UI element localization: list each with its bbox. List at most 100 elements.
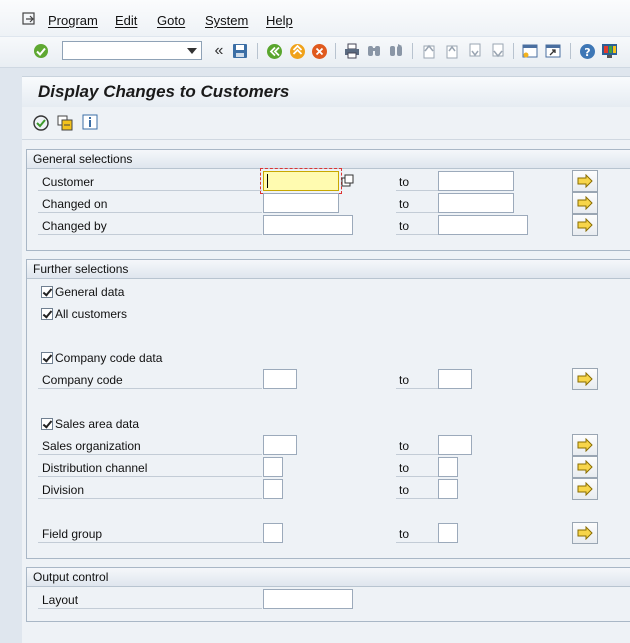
- multiple-values-icon[interactable]: [341, 174, 355, 188]
- print-icon[interactable]: [343, 42, 361, 60]
- back-double-chevron-icon[interactable]: «: [210, 42, 228, 60]
- command-field[interactable]: [62, 41, 202, 60]
- menu-edit[interactable]: Edit: [115, 13, 137, 28]
- group-header: General selections: [27, 150, 630, 169]
- chevron-down-icon[interactable]: [187, 48, 197, 54]
- group-title: Output control: [33, 570, 109, 584]
- changed-by-from-field[interactable]: [263, 215, 353, 235]
- layout-field[interactable]: [263, 589, 353, 609]
- division-from-field[interactable]: [263, 479, 283, 499]
- previous-page-icon[interactable]: [443, 42, 461, 60]
- company-code-data-checkbox[interactable]: [41, 352, 53, 364]
- changed-on-label: Changed on: [42, 197, 108, 211]
- distribution-channel-label: Distribution channel: [42, 461, 148, 475]
- group-header: Output control: [27, 568, 630, 587]
- group-title: General selections: [33, 152, 133, 166]
- changed-on-multiple-selection-button[interactable]: [572, 192, 598, 214]
- multiple-selection-arrow-icon: [577, 438, 593, 452]
- customer-to-field[interactable]: [438, 171, 514, 191]
- menu-goto[interactable]: Goto: [157, 13, 185, 28]
- multiple-selection-arrow-icon: [577, 174, 593, 188]
- multiple-selection-arrow-icon: [577, 196, 593, 210]
- company-code-multiple-selection-button[interactable]: [572, 368, 598, 390]
- company-code-label: Company code: [42, 373, 123, 387]
- distribution-channel-from-field[interactable]: [263, 457, 283, 477]
- save-icon[interactable]: [231, 42, 249, 60]
- layout-label: Layout: [42, 593, 79, 607]
- changed-on-to-label: to: [399, 197, 410, 211]
- enter-icon[interactable]: [32, 42, 50, 60]
- all-customers-checkbox[interactable]: [41, 308, 53, 320]
- multiple-selection-arrow-icon: [577, 526, 593, 540]
- multiple-selection-arrow-icon: [577, 218, 593, 232]
- group-header: Further selections: [27, 260, 630, 279]
- title-bar: Display Changes to Customers: [22, 76, 630, 108]
- changed-by-to-label: to: [399, 219, 410, 233]
- layout-menu-icon[interactable]: [600, 42, 618, 60]
- sales-organization-from-field[interactable]: [263, 435, 297, 455]
- division-to-field[interactable]: [438, 479, 458, 499]
- field-group-to-field[interactable]: [438, 523, 458, 543]
- help-icon[interactable]: ?: [578, 42, 596, 60]
- get-variant-icon[interactable]: [56, 114, 74, 135]
- application-toolbar: [22, 107, 630, 140]
- exit-icon[interactable]: [288, 42, 306, 60]
- sales-organization-to-label: to: [399, 439, 410, 453]
- sales-organization-to-field[interactable]: [438, 435, 472, 455]
- company-code-to-label: to: [399, 373, 410, 387]
- changed-on-to-field[interactable]: [438, 193, 514, 213]
- shortcut-icon[interactable]: [544, 42, 562, 60]
- sales-organization-multiple-selection-button[interactable]: [572, 434, 598, 456]
- left-margin: [0, 68, 22, 643]
- changed-by-to-field[interactable]: [438, 215, 528, 235]
- menu-program[interactable]: Program: [48, 13, 98, 28]
- sales-area-data-label: Sales area data: [55, 417, 140, 431]
- page-title: Display Changes to Customers: [38, 82, 290, 101]
- menu-help[interactable]: Help: [266, 13, 293, 28]
- last-page-icon[interactable]: [489, 42, 507, 60]
- info-icon[interactable]: [82, 114, 98, 133]
- find-next-icon[interactable]: [387, 42, 405, 60]
- field-group-from-field[interactable]: [263, 523, 283, 543]
- distribution-channel-to-label: to: [399, 461, 410, 475]
- division-label: Division: [42, 483, 85, 497]
- changed-on-from-field[interactable]: [263, 193, 339, 213]
- distribution-channel-to-field[interactable]: [438, 457, 458, 477]
- menu-icon[interactable]: [22, 12, 36, 26]
- next-page-icon[interactable]: [466, 42, 484, 60]
- cancel-icon[interactable]: [310, 42, 328, 60]
- field-group-multiple-selection-button[interactable]: [572, 522, 598, 544]
- company-code-from-field[interactable]: [263, 369, 297, 389]
- general-data-checkbox[interactable]: [41, 286, 53, 298]
- first-page-icon[interactable]: [420, 42, 438, 60]
- changed-by-multiple-selection-button[interactable]: [572, 214, 598, 236]
- execute-icon[interactable]: [32, 114, 50, 135]
- general-data-label: General data: [55, 285, 125, 299]
- multiple-selection-arrow-icon: [577, 372, 593, 386]
- customer-to-label: to: [399, 175, 410, 189]
- company-code-to-field[interactable]: [438, 369, 472, 389]
- svg-text:?: ?: [584, 46, 590, 59]
- distribution-channel-multiple-selection-button[interactable]: [572, 456, 598, 478]
- group-title: Further selections: [33, 262, 129, 276]
- company-code-data-label: Company code data: [55, 351, 163, 365]
- multiple-selection-arrow-icon: [577, 482, 593, 496]
- all-customers-label: All customers: [55, 307, 128, 321]
- further-selections-group: Further selections: [26, 259, 630, 559]
- customer-multiple-selection-button[interactable]: [572, 170, 598, 192]
- division-to-label: to: [399, 483, 410, 497]
- field-group-label: Field group: [42, 527, 103, 541]
- back-icon[interactable]: [265, 42, 283, 60]
- menu-system[interactable]: System: [205, 13, 248, 28]
- new-session-icon[interactable]: [521, 42, 539, 60]
- system-toolbar: « ?: [0, 37, 630, 68]
- changed-by-label: Changed by: [42, 219, 107, 233]
- division-multiple-selection-button[interactable]: [572, 478, 598, 500]
- sales-area-data-checkbox[interactable]: [41, 418, 53, 430]
- customer-label: Customer: [42, 175, 95, 189]
- find-icon[interactable]: [365, 42, 383, 60]
- sales-organization-label: Sales organization: [42, 439, 141, 453]
- field-group-to-label: to: [399, 527, 410, 541]
- multiple-selection-arrow-icon: [577, 460, 593, 474]
- focus-frame: [260, 168, 342, 194]
